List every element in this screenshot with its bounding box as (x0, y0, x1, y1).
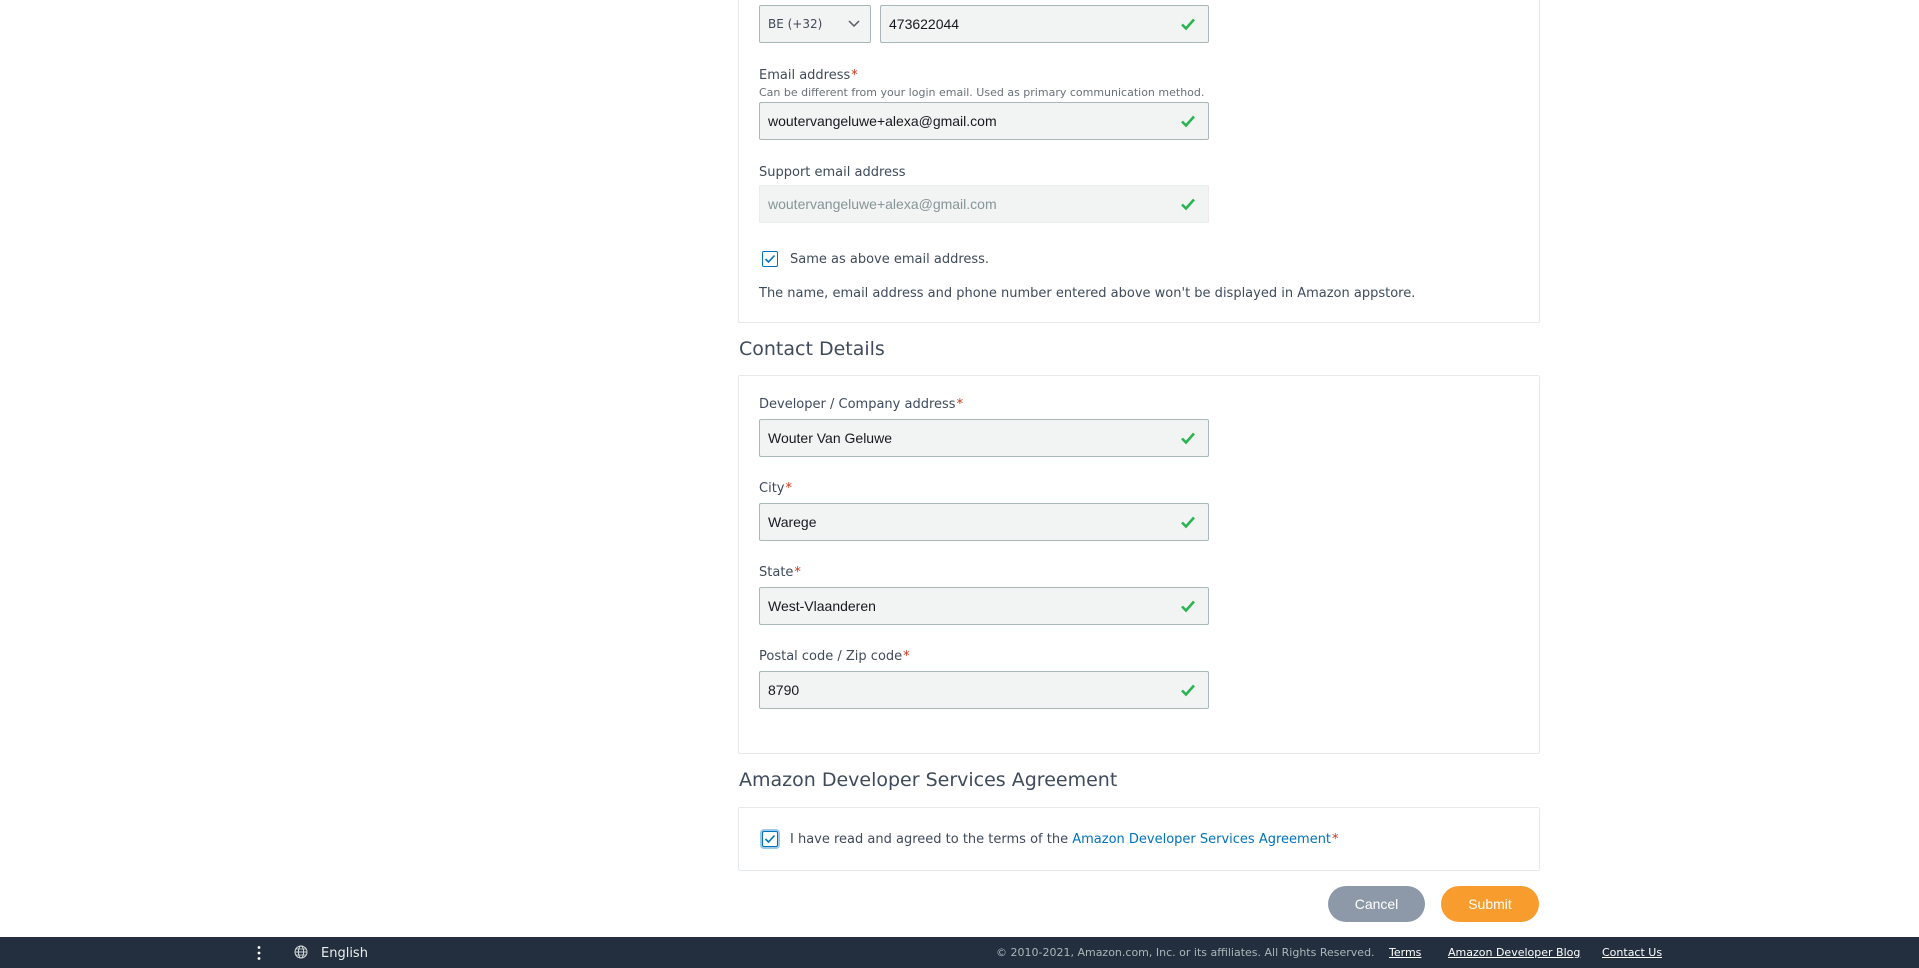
checkmark-icon (764, 834, 776, 844)
registration-page: BE (+32) 473622044 Email address* Can be… (0, 0, 1919, 937)
globe-icon (294, 945, 308, 959)
submit-button[interactable]: Submit (1441, 886, 1539, 922)
valid-check-icon (1181, 18, 1195, 31)
language-selector[interactable]: English (321, 946, 368, 961)
agreement-checkbox[interactable] (762, 831, 778, 847)
email-label: Email address* (759, 68, 858, 83)
chevron-down-icon (848, 20, 860, 28)
address-field[interactable]: Wouter Van Geluwe (759, 419, 1209, 457)
city-field[interactable]: Warege (759, 503, 1209, 541)
valid-check-icon (1181, 432, 1195, 445)
email-value: woutervangeluwe+alexa@gmail.com (768, 113, 997, 129)
state-field[interactable]: West-Vlaanderen (759, 587, 1209, 625)
contact-info-card (738, 0, 1540, 323)
phone-number-input[interactable]: 473622044 (880, 5, 1209, 43)
support-email-value: woutervangeluwe+alexa@gmail.com (768, 196, 997, 212)
support-email-field: woutervangeluwe+alexa@gmail.com (759, 185, 1209, 223)
city-label: City* (759, 481, 792, 496)
footer-link-terms[interactable]: Terms (1389, 946, 1421, 959)
same-as-above-label: Same as above email address. (790, 251, 990, 267)
copyright-text: © 2010-2021, Amazon.com, Inc. or its aff… (996, 946, 1375, 959)
valid-check-icon (1181, 198, 1195, 211)
support-email-label: Support email address (759, 165, 906, 180)
valid-check-icon (1181, 115, 1195, 128)
valid-check-icon (1181, 600, 1195, 613)
more-options-icon[interactable] (256, 945, 262, 961)
address-label: Developer / Company address* (759, 397, 964, 412)
cancel-button[interactable]: Cancel (1328, 886, 1425, 922)
country-code-value: BE (+32) (768, 17, 823, 31)
valid-check-icon (1181, 684, 1195, 697)
email-field[interactable]: woutervangeluwe+alexa@gmail.com (759, 102, 1209, 140)
footer-link-blog[interactable]: Amazon Developer Blog (1448, 946, 1580, 959)
address-value: Wouter Van Geluwe (768, 430, 892, 446)
city-value: Warege (768, 514, 817, 530)
agreement-label: I have read and agreed to the terms of t… (790, 831, 1339, 847)
phone-number-value: 473622044 (889, 16, 960, 32)
same-as-above-row[interactable]: Same as above email address. (762, 251, 989, 267)
checkmark-icon (764, 254, 776, 264)
postal-code-label: Postal code / Zip code* (759, 649, 910, 664)
postal-code-value: 8790 (768, 682, 800, 698)
email-hint: Can be different from your login email. … (759, 86, 1205, 99)
state-label: State* (759, 565, 801, 580)
agreement-link[interactable]: Amazon Developer Services Agreement (1072, 832, 1331, 847)
state-value: West-Vlaanderen (768, 598, 876, 614)
contact-details-title: Contact Details (739, 338, 885, 360)
agreement-row[interactable]: I have read and agreed to the terms of t… (762, 831, 1339, 847)
page-footer: English © 2010-2021, Amazon.com, Inc. or… (0, 937, 1919, 968)
footer-link-contact[interactable]: Contact Us (1602, 946, 1662, 959)
postal-code-field[interactable]: 8790 (759, 671, 1209, 709)
privacy-notice: The name, email address and phone number… (759, 286, 1416, 301)
valid-check-icon (1181, 516, 1195, 529)
country-code-select[interactable]: BE (+32) (759, 5, 871, 43)
same-as-above-checkbox[interactable] (762, 251, 778, 267)
agreement-title: Amazon Developer Services Agreement (739, 769, 1118, 791)
